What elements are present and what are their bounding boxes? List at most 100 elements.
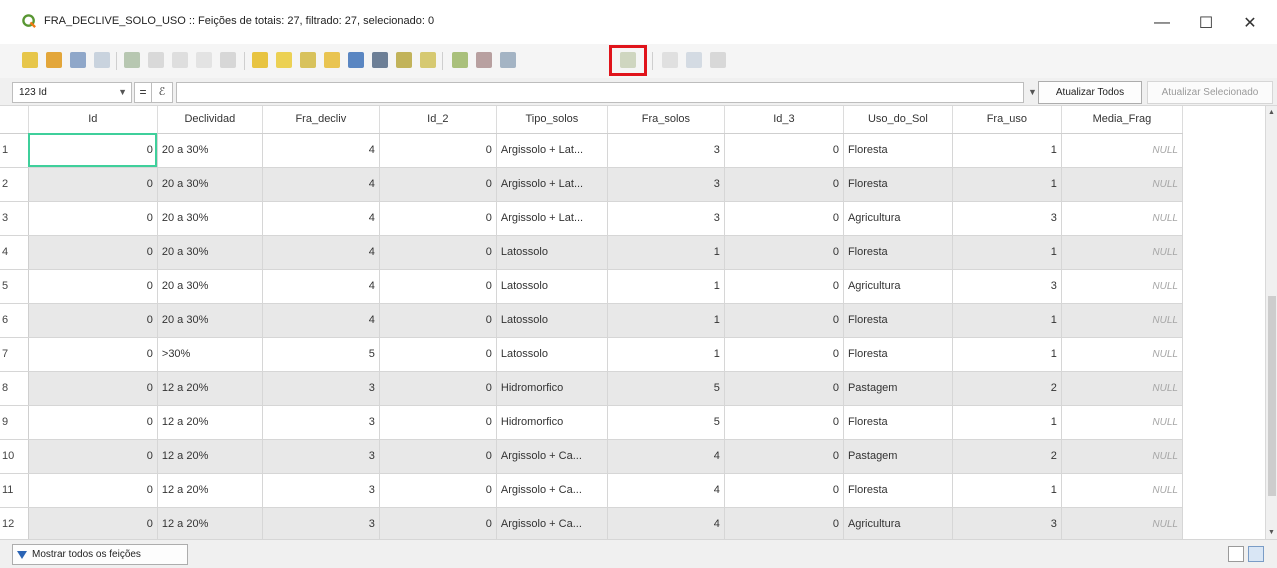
table-cell-media-frag[interactable]: NULL [1061, 337, 1184, 372]
table-cell-declividad[interactable]: 20 a 30% [157, 201, 263, 236]
table-cell-id-2[interactable]: 0 [379, 235, 497, 270]
delete-field-icon[interactable] [476, 52, 492, 68]
form-view-icon[interactable] [1228, 546, 1244, 562]
table-cell-media-frag[interactable]: NULL [1061, 201, 1184, 236]
table-cell-fra-uso[interactable]: 1 [952, 405, 1062, 440]
row-header[interactable]: 4 [0, 235, 29, 270]
table-cell-id[interactable]: 0 [28, 507, 158, 539]
cut-icon[interactable] [172, 52, 188, 68]
table-cell-tipo-solos[interactable]: Latossolo [496, 269, 608, 304]
table-cell-fra-decliv[interactable]: 3 [262, 507, 380, 539]
table-cell-uso-do-sol[interactable]: Floresta [843, 235, 953, 270]
table-cell-fra-uso[interactable]: 3 [952, 201, 1062, 236]
column-header[interactable]: Media_Frag [1061, 106, 1184, 134]
maximize-button[interactable]: ☐ [1192, 10, 1220, 36]
column-header[interactable]: Id [28, 106, 158, 134]
column-header[interactable]: Fra_decliv [262, 106, 380, 134]
table-cell-id-2[interactable]: 0 [379, 337, 497, 372]
zoom-to-selection-icon[interactable] [420, 52, 436, 68]
paste-icon[interactable] [220, 52, 236, 68]
table-cell-id-2[interactable]: 0 [379, 133, 497, 168]
table-cell-fra-solos[interactable]: 1 [607, 337, 725, 372]
table-cell-fra-uso[interactable]: 1 [952, 133, 1062, 168]
table-cell-tipo-solos[interactable]: Argissolo + Ca... [496, 507, 608, 539]
table-cell-id[interactable]: 0 [28, 405, 158, 440]
table-cell-id-2[interactable]: 0 [379, 439, 497, 474]
table-cell-tipo-solos[interactable]: Argissolo + Lat... [496, 201, 608, 236]
table-cell-uso-do-sol[interactable]: Floresta [843, 303, 953, 338]
table-cell-fra-solos[interactable]: 1 [607, 303, 725, 338]
table-cell-media-frag[interactable]: NULL [1061, 167, 1184, 202]
table-cell-fra-decliv[interactable]: 3 [262, 371, 380, 406]
table-row[interactable]: 3 0 20 a 30% 4 0 Argissolo + Lat... 3 0 Agricult… [0, 201, 1184, 236]
table-cell-id-3[interactable]: 0 [724, 133, 844, 168]
table-cell-uso-do-sol[interactable]: Pastagem [843, 371, 953, 406]
table-cell-declividad[interactable]: 12 a 20% [157, 371, 263, 406]
table-view-icon[interactable] [1248, 546, 1264, 562]
table-cell-media-frag[interactable]: NULL [1061, 439, 1184, 474]
table-cell-uso-do-sol[interactable]: Floresta [843, 167, 953, 202]
scroll-up-icon[interactable]: ▲ [1268, 109, 1275, 116]
table-cell-tipo-solos[interactable]: Argissolo + Ca... [496, 439, 608, 474]
table-cell-id-3[interactable]: 0 [724, 473, 844, 508]
table-row[interactable]: 1 0 20 a 30% 4 0 Argissolo + Lat... 3 0 Floresta… [0, 133, 1184, 168]
column-header[interactable]: Fra_solos [607, 106, 725, 134]
table-cell-id[interactable]: 0 [28, 133, 158, 168]
table-cell-media-frag[interactable]: NULL [1061, 235, 1184, 270]
column-header[interactable]: Id_3 [724, 106, 844, 134]
dock-table-icon[interactable] [686, 52, 702, 68]
table-cell-id[interactable]: 0 [28, 303, 158, 338]
table-cell-media-frag[interactable]: NULL [1061, 303, 1184, 338]
table-cell-tipo-solos[interactable]: Argissolo + Lat... [496, 133, 608, 168]
table-cell-declividad[interactable]: 20 a 30% [157, 235, 263, 270]
row-header[interactable]: 1 [0, 133, 29, 168]
new-field-icon[interactable] [452, 52, 468, 68]
table-cell-media-frag[interactable]: NULL [1061, 133, 1184, 168]
table-cell-uso-do-sol[interactable]: Agricultura [843, 507, 953, 539]
table-cell-fra-decliv[interactable]: 4 [262, 269, 380, 304]
expression-select-icon[interactable] [252, 52, 268, 68]
table-row[interactable]: 12 0 12 a 20% 3 0 Argissolo + Ca... 4 0 Agricult… [0, 507, 1184, 539]
table-cell-declividad[interactable]: 20 a 30% [157, 133, 263, 168]
row-header-corner[interactable] [0, 106, 29, 134]
multi-edit-icon[interactable] [46, 52, 62, 68]
table-cell-fra-solos[interactable]: 3 [607, 201, 725, 236]
organize-columns-icon[interactable] [500, 52, 516, 68]
table-row[interactable]: 2 0 20 a 30% 4 0 Argissolo + Lat... 3 0 Floresta… [0, 167, 1184, 202]
filter-selected-icon[interactable] [348, 52, 364, 68]
table-cell-fra-uso[interactable]: 2 [952, 371, 1062, 406]
invert-selection-icon[interactable] [300, 52, 316, 68]
table-cell-media-frag[interactable]: NULL [1061, 269, 1184, 304]
table-cell-tipo-solos[interactable]: Argissolo + Ca... [496, 473, 608, 508]
row-header[interactable]: 12 [0, 507, 29, 539]
table-cell-id[interactable]: 0 [28, 201, 158, 236]
table-cell-id-3[interactable]: 0 [724, 405, 844, 440]
select-all-icon[interactable] [276, 52, 292, 68]
table-cell-fra-decliv[interactable]: 3 [262, 473, 380, 508]
save-edits-icon[interactable] [70, 52, 86, 68]
table-row[interactable]: 6 0 20 a 30% 4 0 Latossolo 1 0 Floresta 1 NULL [0, 303, 1184, 338]
table-row[interactable]: 9 0 12 a 20% 3 0 Hidromorfico 5 0 Floresta 1 NULL [0, 405, 1184, 440]
table-cell-fra-solos[interactable]: 4 [607, 507, 725, 539]
table-cell-fra-solos[interactable]: 5 [607, 405, 725, 440]
expression-builder-button[interactable]: ℰ [151, 82, 173, 103]
vertical-scrollbar[interactable]: ▲ ▼ [1265, 106, 1277, 539]
table-cell-fra-solos[interactable]: 3 [607, 133, 725, 168]
row-header[interactable]: 3 [0, 201, 29, 236]
table-cell-id-3[interactable]: 0 [724, 269, 844, 304]
table-cell-declividad[interactable]: 12 a 20% [157, 405, 263, 440]
row-header[interactable]: 2 [0, 167, 29, 202]
table-cell-id-3[interactable]: 0 [724, 167, 844, 202]
table-cell-id-2[interactable]: 0 [379, 167, 497, 202]
table-cell-fra-uso[interactable]: 3 [952, 507, 1062, 539]
table-row[interactable]: 8 0 12 a 20% 3 0 Hidromorfico 5 0 Pastagem 2 NULL [0, 371, 1184, 406]
table-cell-id[interactable]: 0 [28, 439, 158, 474]
table-cell-fra-solos[interactable]: 1 [607, 269, 725, 304]
row-header[interactable]: 5 [0, 269, 29, 304]
table-row[interactable]: 11 0 12 a 20% 3 0 Argissolo + Ca... 4 0 Floresta… [0, 473, 1184, 508]
table-cell-fra-decliv[interactable]: 4 [262, 235, 380, 270]
reload-icon[interactable] [94, 52, 110, 68]
table-cell-fra-solos[interactable]: 4 [607, 439, 725, 474]
table-cell-fra-uso[interactable]: 3 [952, 269, 1062, 304]
column-header[interactable]: Uso_do_Sol [843, 106, 953, 134]
